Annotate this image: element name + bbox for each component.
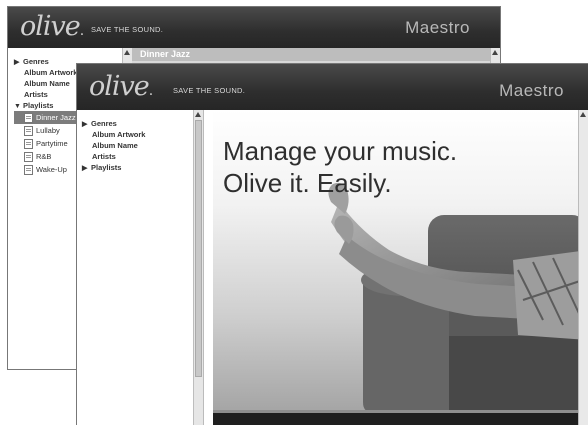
playlist-doc-icon bbox=[24, 139, 33, 150]
front-app-title: Maestro bbox=[499, 81, 564, 100]
front-tree-album-artwork[interactable]: Album Artwork bbox=[82, 129, 145, 140]
triangle-right-icon: ▶ bbox=[82, 121, 88, 128]
playlist-doc-icon bbox=[24, 113, 33, 124]
hero-line-2: Olive it. Easily. bbox=[223, 168, 392, 198]
front-header-bar: olive. SAVE THE SOUND. Maestro bbox=[77, 64, 588, 110]
back-tagline: SAVE THE SOUND. bbox=[91, 25, 164, 34]
front-logo: olive. bbox=[89, 71, 153, 102]
back-tree-playlists[interactable]: ▼ Playlists bbox=[14, 100, 77, 111]
playlist-doc-icon bbox=[24, 152, 33, 163]
content-footer-bar bbox=[213, 413, 588, 425]
back-tree-album-artwork[interactable]: Album Artwork bbox=[14, 67, 77, 78]
playlist-item-rnb[interactable]: R&B bbox=[14, 150, 77, 163]
playlist-item-lullaby[interactable]: Lullaby bbox=[14, 124, 77, 137]
playlist-item-dinner-jazz[interactable]: Dinner Jazz bbox=[14, 111, 78, 124]
front-sidebar-scroll-thumb[interactable] bbox=[195, 120, 202, 377]
front-sidebar: ▶ Genres Album Artwork Album Name Artists… bbox=[77, 110, 204, 425]
back-tree-artists[interactable]: Artists bbox=[14, 89, 77, 100]
scroll-up-arrow-icon[interactable] bbox=[195, 112, 201, 117]
playlist-item-wake-up[interactable]: Wake-Up bbox=[14, 163, 77, 176]
playlist-doc-icon bbox=[24, 165, 33, 176]
back-logo: olive. bbox=[20, 11, 84, 42]
scroll-up-arrow-icon[interactable] bbox=[492, 50, 498, 55]
back-library-tree: ▶ Genres Album Artwork Album Name Artists… bbox=[14, 56, 78, 176]
front-tree-genres[interactable]: ▶ Genres bbox=[82, 118, 145, 129]
playlist-item-partytime[interactable]: Partytime bbox=[14, 137, 77, 150]
front-tree-playlists[interactable]: ▶ Playlists bbox=[82, 162, 145, 173]
back-tree-genres[interactable]: ▶ Genres bbox=[14, 56, 77, 67]
back-playlist-title: Dinner Jazz bbox=[140, 49, 191, 59]
front-content-scrollbar[interactable] bbox=[578, 110, 588, 425]
front-tree-artists[interactable]: Artists bbox=[82, 151, 145, 162]
triangle-right-icon: ▶ bbox=[82, 165, 88, 172]
scroll-up-arrow-icon[interactable] bbox=[124, 50, 130, 55]
hero-line-1: Manage your music. bbox=[223, 136, 458, 166]
front-tree-album-name[interactable]: Album Name bbox=[82, 140, 145, 151]
front-window: olive. SAVE THE SOUND. Maestro ▶ Genres A… bbox=[77, 64, 588, 425]
playlist-doc-icon bbox=[24, 126, 33, 137]
back-header-bar: olive. SAVE THE SOUND. Maestro bbox=[8, 7, 500, 48]
back-playlist-header: Dinner Jazz bbox=[132, 48, 500, 61]
front-content-area: Manage your music. Olive it. Easily. bbox=[213, 110, 588, 425]
front-sidebar-scrollbar[interactable] bbox=[193, 110, 203, 425]
front-tagline: SAVE THE SOUND. bbox=[173, 86, 246, 95]
scroll-up-arrow-icon[interactable] bbox=[580, 112, 586, 117]
triangle-down-icon: ▼ bbox=[14, 103, 21, 110]
triangle-right-icon: ▶ bbox=[14, 59, 20, 66]
front-library-tree: ▶ Genres Album Artwork Album Name Artists… bbox=[82, 118, 145, 173]
back-app-title: Maestro bbox=[405, 18, 470, 37]
back-tree-album-name[interactable]: Album Name bbox=[14, 78, 77, 89]
